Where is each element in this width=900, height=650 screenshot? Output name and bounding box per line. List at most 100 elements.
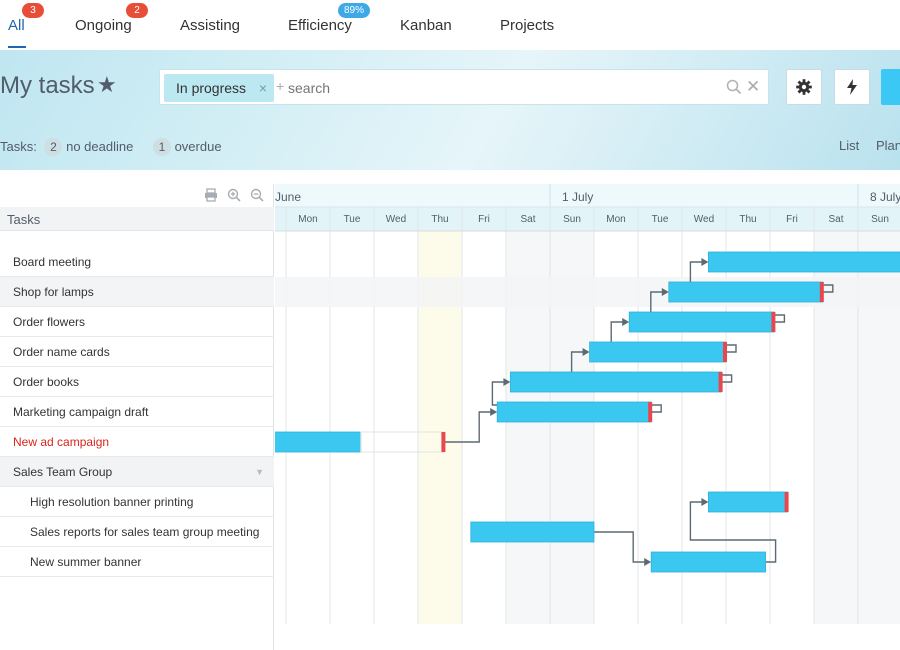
task-bar[interactable] bbox=[628, 311, 775, 333]
day-label: Mon bbox=[606, 214, 625, 225]
gantt-chart: June 1 July 8 July Mon Tue Wed Thu Fri Sat Sun Mon… bbox=[275, 184, 900, 624]
task-title: Sales reports for sales team group meeti… bbox=[30, 525, 260, 539]
tab-all[interactable]: All bbox=[8, 17, 25, 34]
search-input[interactable] bbox=[288, 76, 708, 100]
page-title: My tasks bbox=[0, 72, 95, 99]
task-row-marketing-campaign-draft[interactable]: Marketing campaign draft bbox=[0, 397, 274, 427]
task-title: High resolution banner printing bbox=[30, 495, 194, 509]
task-bar[interactable] bbox=[589, 341, 727, 363]
task-row-board-meeting[interactable]: Board meeting bbox=[0, 247, 274, 277]
tab-kanban[interactable]: Kanban bbox=[400, 17, 452, 34]
day-label: Tue bbox=[652, 214, 669, 225]
add-task-button[interactable] bbox=[881, 69, 900, 105]
clear-search-icon[interactable]: ✕ bbox=[746, 77, 760, 97]
task-counters: Tasks: 2 no deadline 1 overdue bbox=[0, 138, 222, 156]
day-label: Mon bbox=[298, 214, 317, 225]
settings-button[interactable] bbox=[786, 69, 822, 105]
automation-button[interactable] bbox=[834, 69, 870, 105]
tab-assisting-label: Assisting bbox=[180, 17, 241, 34]
day-label: Tue bbox=[344, 214, 361, 225]
print-icon[interactable] bbox=[204, 188, 218, 202]
remove-filter-icon[interactable]: × bbox=[259, 74, 267, 102]
day-label: Fri bbox=[478, 214, 490, 225]
dependency-arrow-icon bbox=[490, 408, 498, 416]
overdue-count[interactable]: 1 bbox=[152, 138, 171, 156]
tab-all-label: All bbox=[8, 17, 25, 34]
day-label: Fri bbox=[786, 214, 798, 225]
tab-efficiency-badge: 89% bbox=[338, 3, 371, 18]
tab-projects[interactable]: Projects bbox=[500, 17, 554, 34]
task-title: Order flowers bbox=[13, 315, 86, 329]
gear-icon bbox=[796, 79, 812, 95]
counters-label: Tasks: bbox=[0, 139, 37, 154]
tab-projects-label: Projects bbox=[500, 17, 555, 34]
zoom-out-icon[interactable] bbox=[250, 188, 264, 202]
dependency-arrow-icon bbox=[701, 498, 709, 506]
view-list-link[interactable]: List bbox=[839, 138, 859, 153]
task-bar[interactable] bbox=[496, 401, 652, 423]
task-row-order-flowers[interactable]: Order flowers bbox=[0, 307, 274, 337]
search-icon[interactable] bbox=[725, 78, 743, 96]
filter-chip[interactable]: In progress × bbox=[164, 74, 275, 102]
task-bar[interactable] bbox=[707, 251, 900, 273]
lightning-icon bbox=[847, 79, 857, 95]
task-title: Shop for lamps bbox=[13, 285, 94, 299]
top-tabs: All 3 Ongoing 2 Assisting Efficiency 89%… bbox=[0, 0, 900, 50]
task-row-order-books[interactable]: Order books bbox=[0, 367, 274, 397]
view-plan-link[interactable]: Plan bbox=[876, 138, 900, 153]
deadline-marker[interactable] bbox=[441, 432, 446, 452]
task-row-new-summer-banner[interactable]: New summer banner bbox=[0, 547, 274, 577]
tab-ongoing-label: Ongoing bbox=[75, 17, 132, 34]
task-bar[interactable] bbox=[470, 521, 595, 543]
task-bar[interactable] bbox=[509, 371, 722, 393]
day-label: Thu bbox=[739, 214, 756, 225]
deadline-marker[interactable] bbox=[723, 342, 727, 362]
tab-efficiency-label: Efficiency bbox=[288, 17, 352, 34]
no-deadline-count[interactable]: 2 bbox=[44, 138, 63, 156]
deadline-marker[interactable] bbox=[771, 312, 776, 332]
deadline-marker[interactable] bbox=[819, 282, 824, 302]
task-bar[interactable] bbox=[650, 551, 767, 573]
task-row-banner-printing[interactable]: High resolution banner printing bbox=[0, 487, 274, 517]
zoom-in-icon[interactable] bbox=[227, 188, 241, 202]
task-row-order-name-cards[interactable]: Order name cards bbox=[0, 337, 274, 367]
task-title-overdue: New ad campaign bbox=[13, 435, 110, 449]
task-row-new-ad-campaign[interactable]: New ad campaign bbox=[0, 427, 274, 457]
collapse-caret-icon[interactable]: ▼ bbox=[255, 457, 264, 487]
task-bar[interactable] bbox=[668, 281, 824, 303]
task-bar[interactable] bbox=[707, 491, 788, 513]
task-title: New summer banner bbox=[30, 555, 142, 569]
task-title: Order books bbox=[13, 375, 80, 389]
day-label: Thu bbox=[431, 214, 448, 225]
tab-efficiency[interactable]: Efficiency bbox=[288, 17, 352, 34]
grid-toolbar bbox=[0, 184, 274, 207]
tab-assisting[interactable]: Assisting bbox=[180, 17, 240, 34]
deadline-marker[interactable] bbox=[718, 372, 723, 392]
tab-ongoing[interactable]: Ongoing bbox=[75, 17, 132, 34]
task-row-sales-reports[interactable]: Sales reports for sales team group meeti… bbox=[0, 517, 274, 547]
task-bar[interactable] bbox=[275, 431, 362, 453]
add-filter-plus: + bbox=[276, 78, 285, 94]
favorite-star-icon[interactable]: ★ bbox=[97, 72, 117, 98]
dependency-arrow-icon bbox=[622, 318, 630, 326]
task-row-shop-for-lamps[interactable]: Shop for lamps bbox=[0, 277, 274, 307]
overdue-label[interactable]: overdue bbox=[175, 139, 222, 154]
tab-all-badge: 3 bbox=[22, 3, 44, 18]
dependency-arrow-icon bbox=[701, 258, 709, 266]
day-label: Sun bbox=[871, 214, 889, 225]
month-label: June bbox=[275, 190, 301, 204]
month-label: 8 July bbox=[870, 190, 900, 204]
deadline-marker[interactable] bbox=[784, 492, 789, 512]
active-tab-indicator bbox=[8, 46, 26, 48]
gantt-timeline: June 1 July 8 July Mon Tue Wed Thu Fri Sat Sun Mon… bbox=[275, 184, 900, 624]
deadline-marker[interactable] bbox=[648, 402, 653, 422]
task-title: Order name cards bbox=[13, 345, 110, 359]
day-label: Sat bbox=[520, 214, 535, 225]
task-title: Marketing campaign draft bbox=[13, 405, 149, 419]
day-label: Sat bbox=[828, 214, 843, 225]
group-row-sales-team[interactable]: Sales Team Group ▼ bbox=[0, 457, 274, 487]
day-label: Wed bbox=[694, 214, 714, 225]
filter-search-box[interactable]: In progress × + ✕ bbox=[159, 69, 769, 105]
day-header-bg bbox=[275, 207, 900, 231]
no-deadline-label[interactable]: no deadline bbox=[66, 139, 133, 154]
